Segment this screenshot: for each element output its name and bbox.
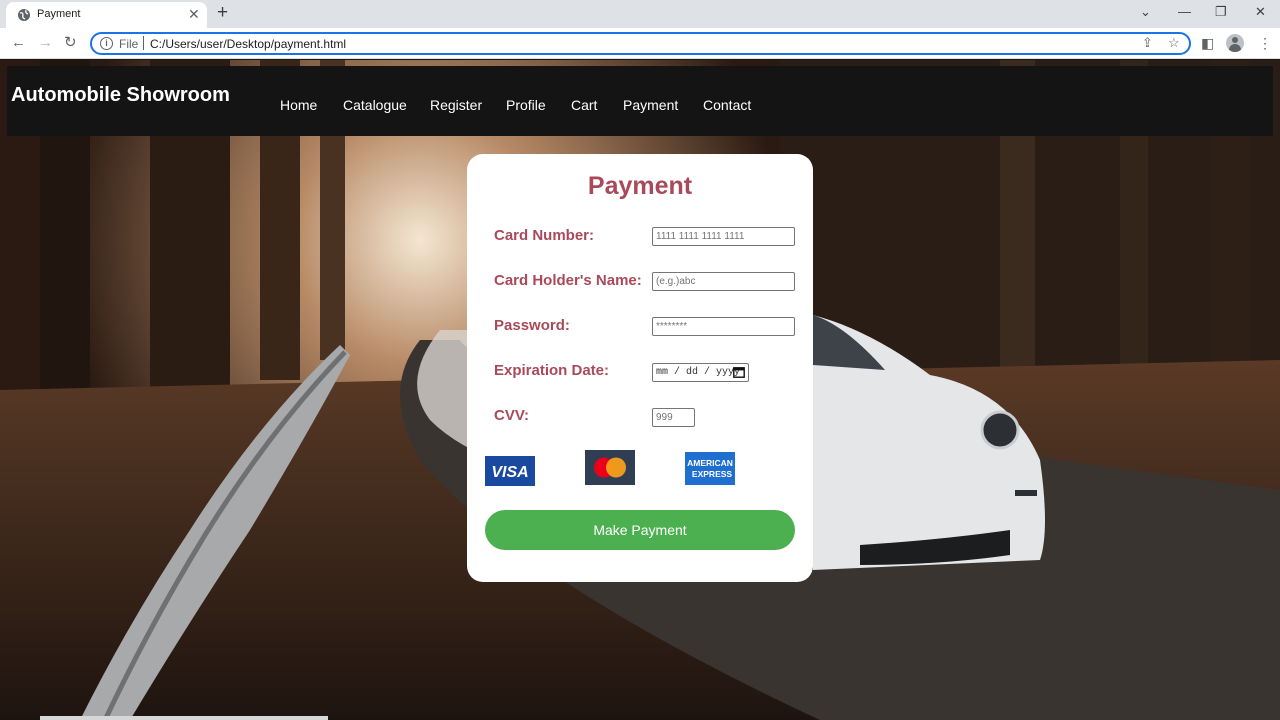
card-holder-label: Card Holder's Name: [494, 272, 642, 289]
amex-logo-text-1: AMERICAN [687, 458, 733, 468]
profile-avatar-icon[interactable] [1226, 34, 1244, 52]
reload-icon[interactable]: ↻ [64, 34, 77, 52]
tab-search-icon[interactable]: ⌄ [1140, 4, 1151, 20]
share-icon[interactable]: ⇪ [1142, 35, 1153, 51]
bookmark-star-icon[interactable]: ☆ [1168, 35, 1180, 51]
make-payment-button[interactable]: Make Payment [485, 510, 795, 550]
amex-logo-icon: AMERICAN EXPRESS [685, 452, 735, 485]
visa-logo-text: VISA [491, 464, 528, 481]
restore-icon[interactable]: ❐ [1215, 4, 1227, 20]
cvv-input[interactable] [652, 408, 695, 427]
horizontal-scrollbar[interactable] [40, 716, 328, 720]
nav-catalogue[interactable]: Catalogue [343, 97, 407, 113]
minimize-icon[interactable]: — [1178, 4, 1191, 20]
browser-tab[interactable]: Payment ✕ [6, 2, 207, 28]
page-title: Payment [587, 172, 693, 200]
tab-title: Payment [37, 8, 81, 20]
password-label: Password: [494, 317, 570, 334]
browser-toolbar: ← → ↻ i File C:/Users/user/Desktop/payme… [0, 28, 1280, 59]
menu-icon[interactable]: ⋮ [1258, 35, 1272, 51]
payment-form: Payment Card Number: Card Holder's Name:… [467, 154, 813, 582]
back-icon[interactable]: ← [11, 34, 26, 52]
visa-logo-icon: VISA [485, 456, 535, 486]
url-scheme: File [119, 37, 139, 51]
nav-cart[interactable]: Cart [571, 97, 597, 113]
mastercard-logo-icon [585, 450, 635, 485]
side-panel-icon[interactable]: ◧ [1201, 35, 1214, 51]
page-viewport: Automobile Showroom Home Catalogue Regis… [0, 60, 1280, 720]
nav-payment[interactable]: Payment [623, 97, 678, 113]
date-format-text: mm / dd / yyyy [656, 367, 741, 378]
card-number-label: Card Number: [494, 227, 595, 244]
amex-logo-text-2: EXPRESS [692, 469, 732, 479]
expiration-date-label: Expiration Date: [494, 362, 610, 379]
cvv-label: CVV: [494, 407, 530, 424]
nav-contact[interactable]: Contact [703, 97, 751, 113]
expiration-date-input[interactable]: mm / dd / yyyy [652, 363, 749, 382]
nav-profile[interactable]: Profile [506, 97, 546, 113]
calendar-icon[interactable] [733, 366, 745, 378]
card-holder-input[interactable] [652, 272, 795, 291]
tab-close-icon[interactable]: ✕ [188, 6, 200, 22]
url-text[interactable]: C:/Users/user/Desktop/payment.html [150, 37, 346, 51]
new-tab-icon[interactable]: + [217, 3, 228, 23]
card-number-input[interactable] [652, 227, 795, 246]
brand-title[interactable]: Automobile Showroom [11, 84, 230, 107]
site-info-icon[interactable]: i [100, 37, 113, 50]
nav-register[interactable]: Register [430, 97, 482, 113]
nav-home[interactable]: Home [280, 97, 317, 113]
site-header: Automobile Showroom Home Catalogue Regis… [7, 66, 1273, 136]
window-close-icon[interactable]: ✕ [1255, 4, 1266, 20]
browser-tabstrip: Payment ✕ + ⌄ — ❐ ✕ [0, 0, 1280, 28]
password-input[interactable] [652, 317, 795, 336]
globe-icon [18, 9, 30, 21]
address-bar[interactable]: i File C:/Users/user/Desktop/payment.htm… [90, 32, 1191, 55]
url-divider [143, 36, 144, 50]
forward-icon[interactable]: → [38, 34, 53, 52]
